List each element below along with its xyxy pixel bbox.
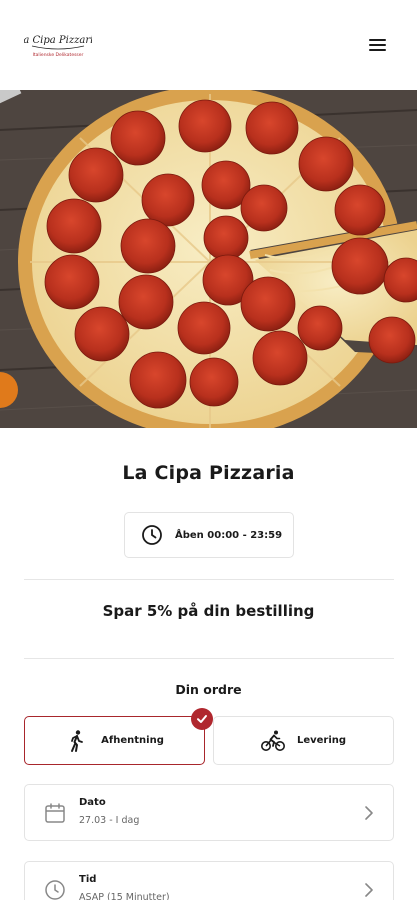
date-value: 27.03 - I dag <box>79 815 140 826</box>
clock-icon <box>142 525 162 545</box>
order-heading: Din ordre <box>175 682 242 697</box>
date-selector[interactable]: Dato 27.03 - I dag <box>24 784 394 841</box>
hamburger-menu-icon[interactable] <box>366 34 390 56</box>
promo-text: Spar 5% på din bestilling <box>102 602 315 620</box>
opening-hours-text: Åben 00:00 - 23:59 <box>175 529 283 541</box>
svg-text:Italienske Delikatesser: Italienske Delikatesser <box>33 52 84 58</box>
delivery-option-button[interactable]: Levering <box>213 716 394 765</box>
delivery-option-label: Levering <box>296 735 347 746</box>
brand-logo[interactable]: La Cipa Pizzaria Italienske Delikatesser <box>24 28 92 62</box>
pickup-option-button[interactable]: Afhentning <box>24 716 205 765</box>
time-value: ASAP (15 Minutter) <box>79 892 170 900</box>
divider <box>24 579 394 580</box>
chevron-right-icon <box>365 883 373 897</box>
walking-person-icon <box>71 729 84 752</box>
pickup-option-label: Afhentning <box>101 735 164 746</box>
chevron-right-icon <box>365 806 373 820</box>
cyclist-icon <box>260 730 285 751</box>
time-label: Tid <box>79 874 97 885</box>
date-label: Dato <box>79 797 106 808</box>
svg-text:La Cipa Pizzaria: La Cipa Pizzaria <box>24 35 92 46</box>
selected-checkmark-icon <box>191 708 213 730</box>
restaurant-name: La Cipa Pizzaria <box>122 462 295 484</box>
divider <box>24 658 394 659</box>
clock-icon <box>45 880 65 900</box>
time-selector[interactable]: Tid ASAP (15 Minutter) <box>24 861 394 900</box>
app-header: La Cipa Pizzaria Italienske Delikatesser <box>0 0 417 90</box>
hero-pizza-image <box>0 90 417 428</box>
opening-hours-badge: Åben 00:00 - 23:59 <box>124 512 294 558</box>
calendar-icon <box>45 803 65 823</box>
